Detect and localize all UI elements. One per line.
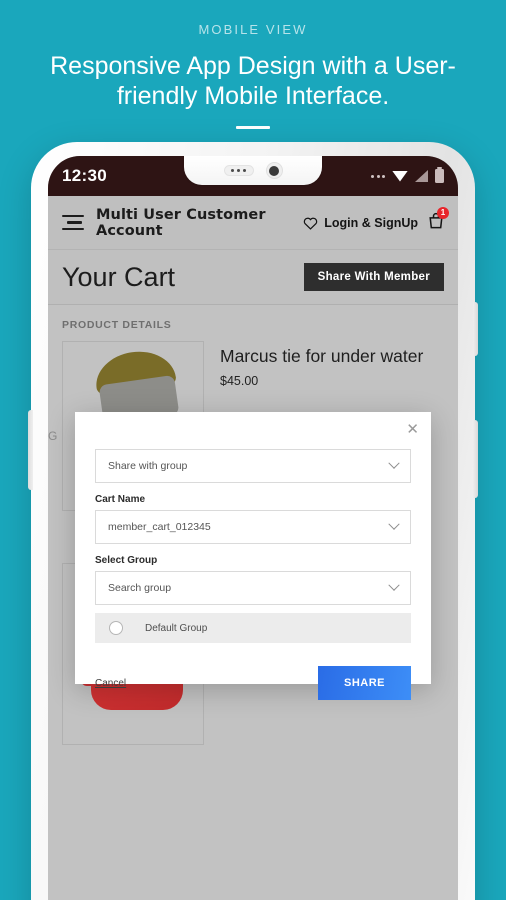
page-title: Your Cart [62,261,176,292]
group-option-label: Default Group [145,622,208,634]
cart-name-label: Cart Name [95,494,146,505]
share-scope-value: Share with group [108,460,188,472]
promo-title: Responsive App Design with a User-friend… [50,52,456,110]
heart-icon[interactable] [303,216,318,230]
cancel-link[interactable]: Cancel [95,678,126,689]
wifi-icon [392,170,408,182]
cart-name-select[interactable]: member_cart_012345 [95,510,411,544]
status-icons [371,166,444,183]
header-actions: Login & SignUp 1 [303,206,449,234]
battery-icon [435,166,444,183]
promo-eyebrow: MOBILE VIEW [198,22,308,37]
chevron-down-icon [388,518,400,530]
cart-badge: 1 [437,206,449,219]
cart-button[interactable]: 1 [428,206,449,234]
phone-notch [184,156,322,185]
phone-right-button-upper[interactable] [473,302,478,356]
product-details-label: PRODUCT DETAILS [62,319,172,331]
partial-group-label: G [48,429,58,443]
share-with-member-button[interactable]: Share With Member [303,263,444,291]
product-name: Marcus tie for under water [220,346,424,366]
front-camera-icon [265,162,283,179]
promo-divider [236,126,270,129]
speaker-grille-icon [223,165,254,176]
cart-name-value: member_cart_012345 [108,521,211,533]
share-button[interactable]: SHARE [317,666,411,700]
promo-header: MOBILE VIEW Responsive App Design with a… [0,0,506,130]
search-group-input[interactable]: Search group [95,571,411,605]
radio-unchecked-icon[interactable] [109,621,123,635]
modal-actions: Cancel SHARE [95,666,411,700]
more-dots-icon [371,174,385,178]
share-scope-select[interactable]: Share with group [95,449,411,483]
share-cart-modal: ✕ Share with group Cart Name member_cart… [75,412,431,700]
phone-left-button[interactable] [28,410,33,490]
group-option-row[interactable]: Default Group [95,613,411,643]
chevron-down-icon [388,579,400,591]
select-group-label: Select Group [95,555,158,566]
hamburger-menu-icon[interactable] [62,214,84,231]
phone-right-button-lower[interactable] [473,420,478,498]
cart-title-row: Your Cart Share With Member [48,250,458,305]
status-time: 12:30 [62,166,107,185]
signal-icon [415,170,428,182]
chevron-down-icon [388,457,400,469]
brand-title: Multi User Customer Account [96,206,266,239]
product-price: $45.00 [220,374,259,388]
status-bar: 12:30 [48,156,458,196]
app-header: Multi User Customer Account Login & Sign… [48,196,458,250]
close-icon[interactable]: ✕ [406,422,419,437]
search-group-value: Search group [108,582,172,594]
login-signup-link[interactable]: Login & SignUp [324,216,418,230]
